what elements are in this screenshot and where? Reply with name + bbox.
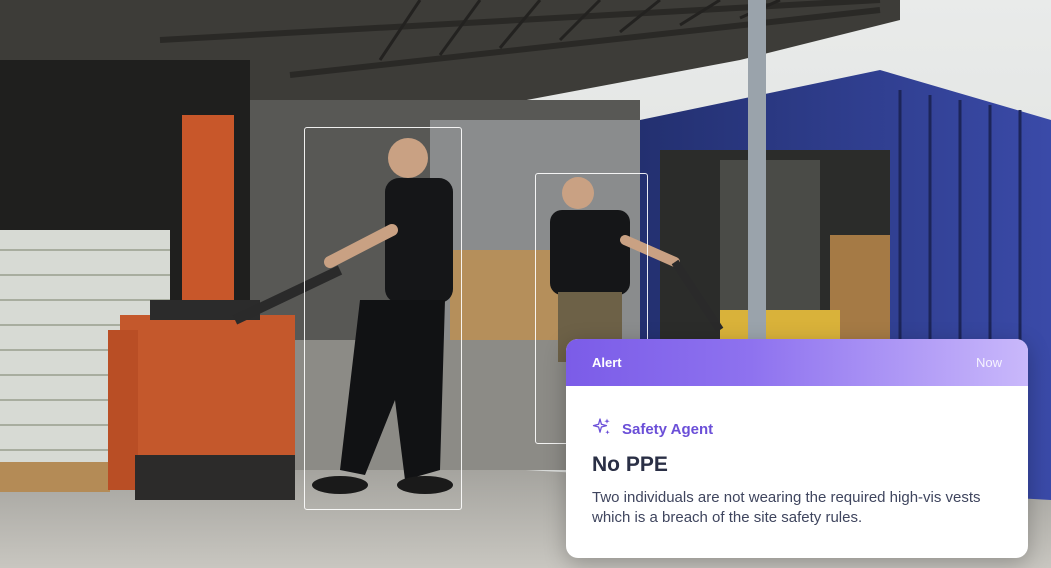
alert-card[interactable]: Alert Now Safety Agent No PPE Two indivi… [566, 339, 1028, 558]
person-detection-box-1 [304, 127, 462, 510]
alert-title: No PPE [592, 453, 668, 476]
alert-header: Alert Now [566, 339, 1028, 386]
sparkles-icon [592, 417, 612, 442]
agent-row: Safety Agent [592, 417, 713, 442]
agent-name: Safety Agent [622, 421, 714, 438]
alert-label: Alert [592, 355, 622, 370]
alert-timestamp: Now [975, 355, 1002, 370]
alert-description: Two individuals are not wearing the requ… [592, 489, 981, 526]
